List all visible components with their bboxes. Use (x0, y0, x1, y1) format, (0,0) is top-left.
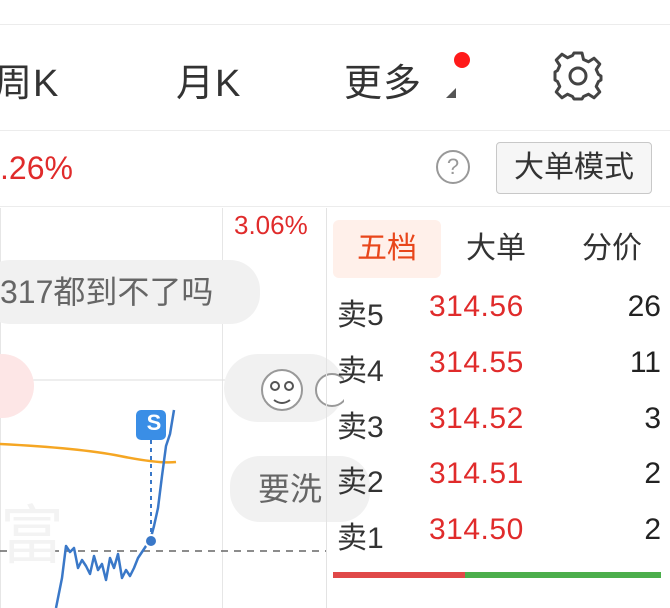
comment-bubble[interactable]: 317都到不了吗 (0, 260, 260, 324)
ask-volume: 26 (627, 290, 661, 323)
tab-bar-divider (0, 130, 670, 131)
tab-five-levels[interactable]: 五档 (333, 220, 441, 278)
ask-volume: 3 (644, 402, 661, 435)
tab-more[interactable]: 更多 (344, 52, 422, 107)
toolbar-divider (0, 206, 670, 207)
ask-volume: 11 (629, 346, 661, 379)
ask-row[interactable]: 卖1 314.50 2 (327, 513, 670, 569)
chart-change-percent: 3.06% (234, 210, 308, 240)
ask-label: 卖5 (337, 299, 384, 332)
ask-price: 314.56 (429, 290, 524, 323)
ask-price: 314.55 (429, 346, 524, 379)
big-order-mode-button[interactable]: 大单模式 (496, 142, 652, 194)
order-book-panel: 五档 大单 分价 卖5 314.56 26 卖4 314.55 11 卖3 31… (326, 208, 670, 608)
dropdown-corner-icon (446, 88, 456, 98)
tab-monthly-k[interactable]: 月K (176, 52, 241, 107)
tab-big-orders[interactable]: 大单 (451, 220, 541, 278)
top-divider (0, 24, 670, 25)
comment-text: 要洗 (258, 471, 323, 507)
ask-row[interactable]: 卖2 314.51 2 (327, 457, 670, 513)
ask-price: 314.52 (429, 402, 524, 435)
signal-point (144, 534, 158, 548)
ask-label: 卖4 (337, 355, 384, 388)
help-icon[interactable]: ? (436, 150, 470, 184)
signal-badge-label: S (146, 410, 162, 435)
ask-volume: 2 (644, 513, 661, 546)
ask-label: 卖2 (337, 466, 384, 499)
ask-label: 卖1 (337, 522, 384, 555)
tab-price-distribution[interactable]: 分价 (567, 220, 657, 278)
change-percent: .26% (0, 150, 73, 186)
buy-ratio-bar (465, 572, 661, 578)
tab-weekly-k[interactable]: 周K (0, 52, 59, 107)
ask-row[interactable]: 卖5 314.56 26 (327, 290, 670, 346)
ask-row[interactable]: 卖3 314.52 3 (327, 402, 670, 458)
average-price-line (0, 442, 177, 464)
sell-ratio-bar (333, 572, 465, 578)
ask-price: 314.50 (429, 513, 524, 546)
comment-text: 317都到不了吗 (0, 274, 214, 310)
ask-row[interactable]: 卖4 314.55 11 (327, 346, 670, 402)
ask-volume: 2 (644, 457, 661, 490)
ask-price: 314.51 (429, 457, 524, 490)
settings-gear-icon[interactable] (552, 50, 604, 102)
watermark-logo: 富 (0, 500, 64, 574)
notification-dot (454, 52, 470, 68)
ask-label: 卖3 (337, 411, 384, 444)
